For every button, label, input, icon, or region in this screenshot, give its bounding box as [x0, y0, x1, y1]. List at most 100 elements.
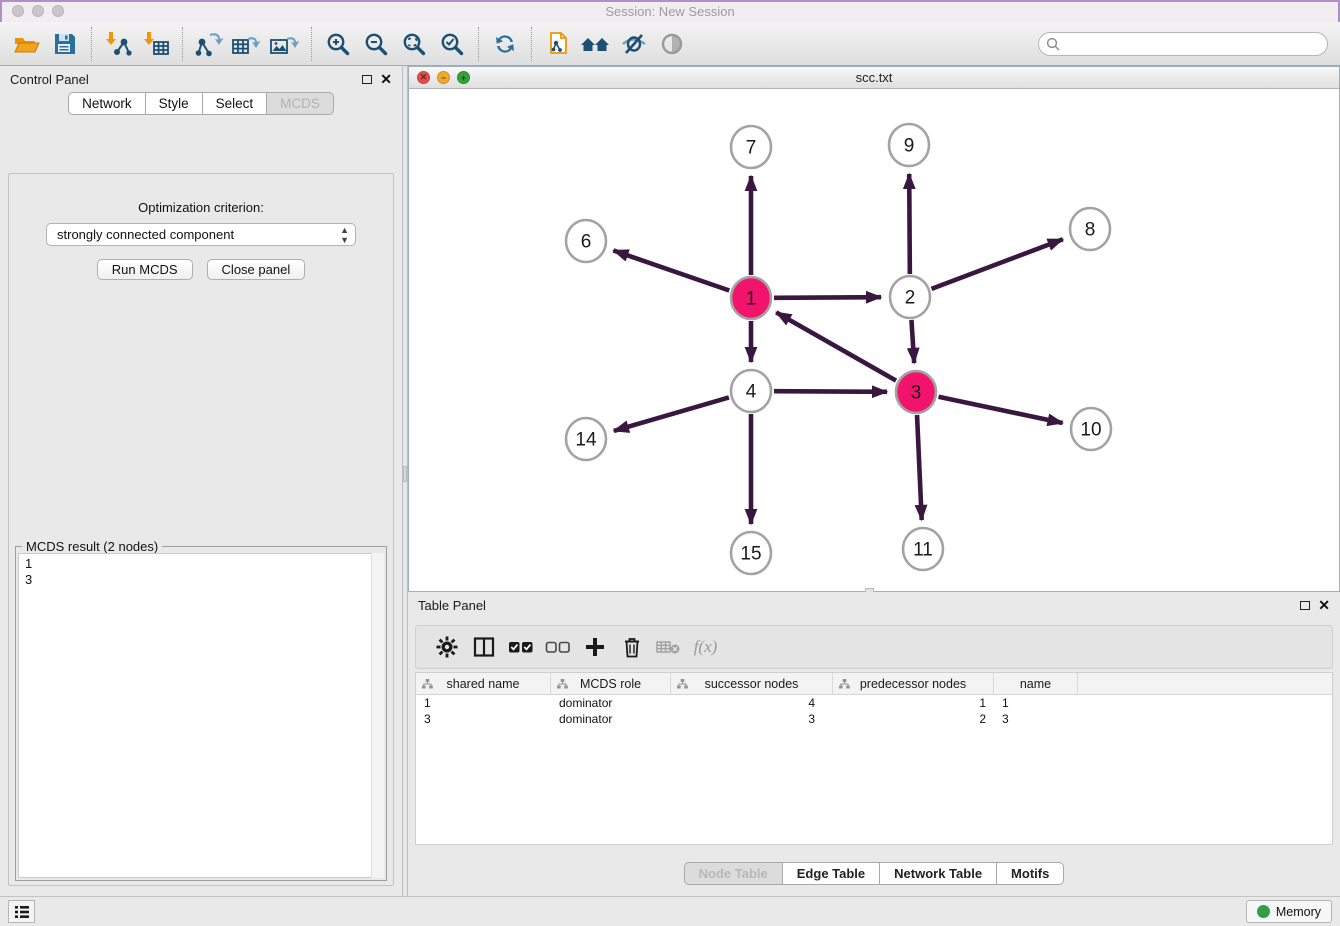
network-canvas[interactable]: 7 9 6 8 1 2 4 3 14 10 15 11	[409, 89, 1339, 591]
global-search-input[interactable]	[1038, 32, 1328, 56]
float-panel-icon[interactable]	[362, 75, 372, 84]
graph-node-7[interactable]: 7	[731, 126, 771, 168]
save-session-button[interactable]	[46, 27, 84, 61]
svg-text:14: 14	[575, 430, 597, 451]
zoom-in-button[interactable]	[319, 27, 357, 61]
export-table-button[interactable]	[228, 27, 266, 61]
deselect-all-button[interactable]	[539, 630, 576, 664]
table-row[interactable]: 3dominator323	[416, 711, 1332, 727]
edge-3-10[interactable]	[939, 397, 1063, 423]
graph-node-1[interactable]: 1	[731, 277, 771, 319]
edge-2-8[interactable]	[932, 239, 1063, 289]
splitter-grip-icon[interactable]	[403, 466, 407, 482]
graph-node-9[interactable]: 9	[889, 124, 929, 166]
graph-node-10[interactable]: 10	[1071, 408, 1111, 450]
home-icon	[580, 31, 612, 57]
open-session-button[interactable]	[8, 27, 46, 61]
memory-button[interactable]: Memory	[1246, 900, 1332, 923]
graph-node-2[interactable]: 2	[890, 276, 930, 318]
add-column-button[interactable]	[576, 630, 613, 664]
svg-text:6: 6	[581, 232, 592, 253]
edge-1-6[interactable]	[613, 250, 729, 290]
zoom-fit-button[interactable]	[395, 27, 433, 61]
column-type-icon	[677, 679, 688, 689]
edge-2-9[interactable]	[909, 174, 910, 274]
close-table-panel-icon[interactable]: ✕	[1318, 600, 1330, 610]
edge-2-3[interactable]	[911, 320, 914, 363]
status-bar: Memory	[0, 896, 1340, 926]
close-panel-icon[interactable]: ✕	[380, 74, 392, 84]
criterion-select[interactable]: strongly connected component ▲▼	[46, 223, 356, 246]
import-table-button[interactable]	[137, 27, 175, 61]
plus-icon	[584, 636, 606, 658]
hide-details-button[interactable]	[615, 27, 653, 61]
show-column-button[interactable]	[465, 630, 502, 664]
export-network-button[interactable]	[190, 27, 228, 61]
delete-column-button[interactable]	[613, 630, 650, 664]
tab-motifs[interactable]: Motifs	[996, 862, 1064, 885]
graph-node-6[interactable]: 6	[566, 220, 606, 262]
search-container	[1038, 32, 1328, 56]
float-table-panel-icon[interactable]	[1300, 601, 1310, 610]
zoom-selected-button[interactable]	[433, 27, 471, 61]
zoom-out-button[interactable]	[357, 27, 395, 61]
svg-text:8: 8	[1085, 220, 1096, 241]
home-button[interactable]	[577, 27, 615, 61]
graph-node-8[interactable]: 8	[1070, 208, 1110, 250]
column-header-predecessor-nodes[interactable]: predecessor nodes	[833, 673, 994, 694]
result-scrollbar[interactable]	[371, 553, 384, 878]
edge-1-2[interactable]	[774, 297, 881, 298]
tab-network-table[interactable]: Network Table	[879, 862, 996, 885]
tab-network[interactable]: Network	[68, 92, 145, 115]
tab-mcds[interactable]: MCDS	[266, 92, 334, 115]
table-settings-button[interactable]	[428, 630, 465, 664]
delete-table-icon	[656, 637, 682, 657]
mcds-panel: Optimization criterion: strongly connect…	[8, 173, 394, 886]
task-history-button[interactable]	[8, 900, 35, 923]
column-header-MCDS-role[interactable]: MCDS role	[551, 673, 671, 694]
column-header-shared-name[interactable]: shared name	[416, 673, 551, 694]
graph-node-3[interactable]: 3	[896, 371, 936, 413]
export-table-icon	[231, 30, 263, 58]
refresh-button[interactable]	[486, 27, 524, 61]
graph-node-11[interactable]: 11	[903, 528, 943, 570]
tab-select[interactable]: Select	[202, 92, 267, 115]
main-toolbar	[0, 22, 1340, 66]
column-header-name[interactable]: name	[994, 673, 1078, 694]
function-builder-button[interactable]: f(x)	[687, 630, 724, 664]
import-network-button[interactable]	[99, 27, 137, 61]
optimization-criterion-label: Optimization criterion:	[9, 200, 393, 215]
delete-table-button[interactable]	[650, 630, 687, 664]
svg-text:1: 1	[746, 289, 757, 310]
table-cell: 1	[416, 695, 551, 711]
zoom-fit-icon	[401, 31, 427, 57]
svg-text:11: 11	[913, 540, 933, 561]
run-mcds-button[interactable]: Run MCDS	[97, 259, 193, 280]
export-image-button[interactable]	[266, 27, 304, 61]
table-tabs: Node TableEdge TableNetwork TableMotifs	[408, 862, 1340, 885]
duplicate-network-button[interactable]	[539, 27, 577, 61]
graph-node-4[interactable]: 4	[731, 370, 771, 412]
table-cell: 1	[994, 695, 1078, 711]
show-details-button[interactable]	[653, 27, 691, 61]
gear-icon	[436, 636, 458, 658]
close-panel-button[interactable]: Close panel	[207, 259, 306, 280]
svg-text:2: 2	[905, 288, 916, 309]
tab-style[interactable]: Style	[145, 92, 202, 115]
network-graph[interactable]: 7 9 6 8 1 2 4 3 14 10 15 11	[409, 89, 1339, 591]
mcds-result-text[interactable]: 1 3	[18, 553, 384, 878]
graph-node-15[interactable]: 15	[731, 532, 771, 574]
table-row[interactable]: 1dominator411	[416, 695, 1332, 711]
zoom-out-icon	[363, 31, 389, 57]
tab-node-table[interactable]: Node Table	[684, 862, 782, 885]
tab-edge-table[interactable]: Edge Table	[782, 862, 879, 885]
edge-3-1[interactable]	[776, 312, 896, 380]
edge-3-11[interactable]	[917, 415, 922, 520]
graph-node-14[interactable]: 14	[566, 418, 606, 460]
column-header-successor-nodes[interactable]: successor nodes	[671, 673, 833, 694]
edge-4-3[interactable]	[774, 391, 887, 392]
select-all-button[interactable]	[502, 630, 539, 664]
edge-4-14[interactable]	[614, 397, 729, 430]
table-cell: dominator	[551, 695, 671, 711]
node-table[interactable]: shared nameMCDS rolesuccessor nodesprede…	[415, 672, 1333, 845]
